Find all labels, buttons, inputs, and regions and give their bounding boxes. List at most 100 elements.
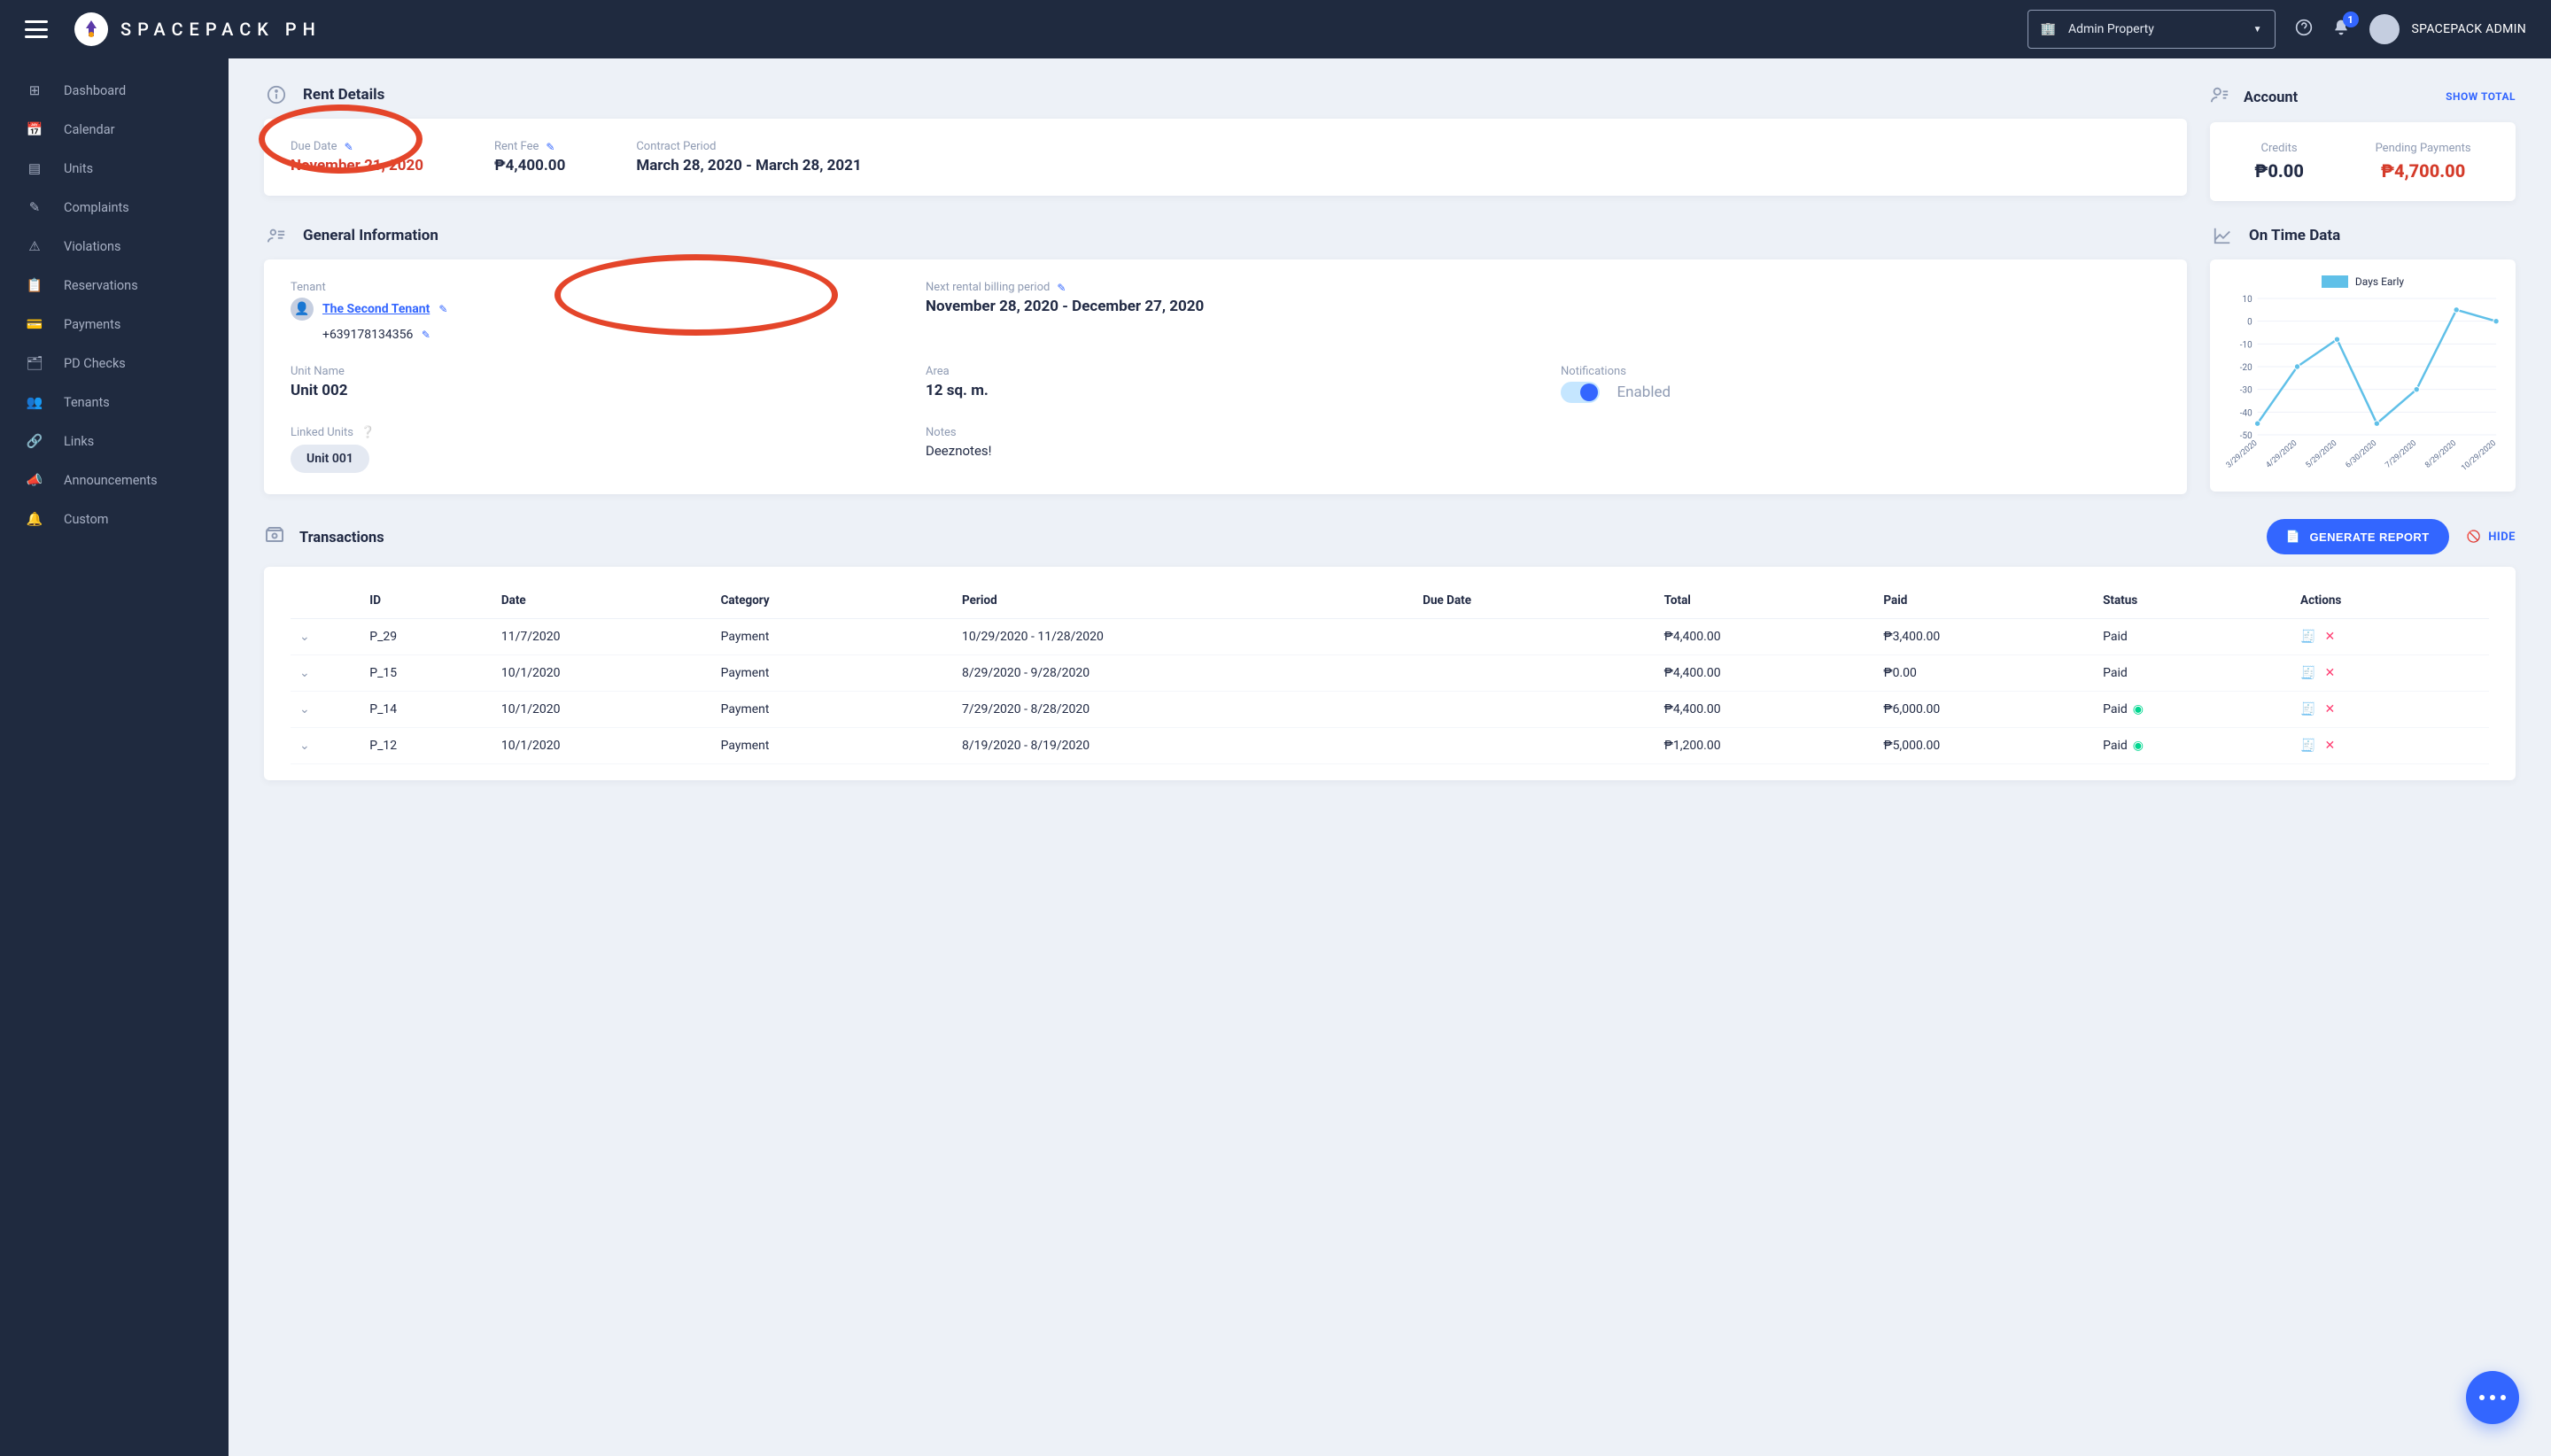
- expand-row-icon[interactable]: ⌄: [291, 619, 361, 655]
- sidebar-icon: 💳: [27, 316, 43, 332]
- sidebar-item-label: Reservations: [64, 278, 138, 293]
- notifications-icon[interactable]: 1: [2332, 19, 2350, 40]
- tenant-phone: +639178134356: [322, 328, 413, 342]
- delete-icon[interactable]: ✕: [2324, 666, 2335, 680]
- delete-icon[interactable]: ✕: [2324, 702, 2335, 716]
- cell-total: ₱4,400.00: [1655, 655, 1875, 692]
- notifications-label: Notifications: [1561, 365, 1626, 378]
- sidebar-item-label: Custom: [64, 512, 109, 527]
- sidebar-icon: 🔗: [27, 433, 43, 449]
- expand-row-icon[interactable]: ⌄: [291, 728, 361, 764]
- edit-phone-icon[interactable]: ✎: [422, 329, 430, 341]
- sidebar-item-label: PD Checks: [64, 356, 126, 371]
- sidebar-item-links[interactable]: 🔗 Links: [0, 422, 229, 461]
- delete-icon[interactable]: ✕: [2324, 630, 2335, 644]
- cell-period: 8/29/2020 - 9/28/2020: [953, 655, 1414, 692]
- topbar: SPACEPACK PH 🏢 Admin Property ▼ 1 SPACEP…: [0, 0, 2551, 58]
- cell-paid: ₱5,000.00: [1874, 728, 2094, 764]
- generate-report-label: GENERATE REPORT: [2310, 531, 2430, 544]
- account-icon: [2210, 85, 2229, 108]
- tenant-label: Tenant: [291, 281, 326, 294]
- svg-text:-20: -20: [2240, 363, 2252, 373]
- edit-tenant-icon[interactable]: ✎: [438, 303, 447, 315]
- property-select[interactable]: 🏢 Admin Property ▼: [2028, 10, 2276, 49]
- main-content: Rent Details Due Date ✎ November 21, 202…: [229, 58, 2551, 1456]
- th-category: Category: [712, 583, 953, 619]
- cell-due: [1414, 655, 1655, 692]
- ontime-chart-card: Days Early -50-40-30-20-100103/29/20204/…: [2210, 259, 2516, 492]
- svg-text:0: 0: [2247, 318, 2252, 328]
- receipt-icon[interactable]: 🧾: [2300, 739, 2315, 753]
- generate-report-button[interactable]: 📄 GENERATE REPORT: [2267, 519, 2449, 554]
- legend-label: Days Early: [2355, 275, 2404, 288]
- tenant-link[interactable]: The Second Tenant: [322, 302, 430, 316]
- expand-row-icon[interactable]: ⌄: [291, 655, 361, 692]
- brand-logo-icon: [74, 12, 108, 46]
- sidebar-icon: 📋: [27, 277, 43, 293]
- sidebar-item-violations[interactable]: ⚠Violations: [0, 227, 229, 266]
- linked-help-icon[interactable]: ❔: [361, 426, 375, 439]
- ontime-line-chart: -50-40-30-20-100103/29/20204/29/20205/29…: [2222, 293, 2503, 479]
- receipt-icon[interactable]: 🧾: [2300, 702, 2315, 716]
- sidebar-item-complaints[interactable]: ✎Complaints: [0, 188, 229, 227]
- due-date-label: Due Date: [291, 140, 337, 153]
- notes-label: Notes: [926, 426, 957, 439]
- cell-id: P_15: [361, 655, 492, 692]
- cell-due: [1414, 728, 1655, 764]
- general-section-title: General Information: [303, 227, 438, 244]
- chart-legend: Days Early: [2222, 275, 2503, 288]
- edit-next-period-icon[interactable]: ✎: [1057, 282, 1066, 294]
- cell-period: 8/19/2020 - 8/19/2020: [953, 728, 1414, 764]
- sidebar-item-dashboard[interactable]: ⊞Dashboard: [0, 71, 229, 110]
- sidebar-item-custom[interactable]: 🔔Custom: [0, 500, 229, 538]
- edit-rent-fee-icon[interactable]: ✎: [546, 141, 554, 153]
- svg-text:-50: -50: [2240, 431, 2252, 441]
- receipt-icon[interactable]: 🧾: [2300, 666, 2315, 680]
- sidebar-item-payments[interactable]: 💳Payments: [0, 305, 229, 344]
- due-date-value: November 21, 2020: [291, 157, 423, 174]
- cell-status: Paid: [2094, 655, 2291, 692]
- edit-due-date-icon[interactable]: ✎: [345, 141, 353, 153]
- brand: SPACEPACK PH: [74, 12, 322, 46]
- linked-unit-chip[interactable]: Unit 001: [291, 445, 369, 473]
- ontime-section-title: On Time Data: [2249, 227, 2340, 244]
- sidebar-item-tenants[interactable]: 👥Tenants: [0, 383, 229, 422]
- expand-row-icon[interactable]: ⌄: [291, 692, 361, 728]
- brand-name: SPACEPACK PH: [120, 19, 322, 40]
- cell-paid: ₱0.00: [1874, 655, 2094, 692]
- sidebar-icon: ⚠: [27, 238, 43, 254]
- report-icon: 📄: [2286, 530, 2301, 544]
- transactions-section-title: Transactions: [299, 529, 384, 546]
- receipt-icon[interactable]: 🧾: [2300, 630, 2315, 644]
- sidebar-item-announcements[interactable]: 📣Announcements: [0, 461, 229, 500]
- svg-text:5/29/2020: 5/29/2020: [2305, 439, 2339, 470]
- table-row: ⌄P_1210/1/2020Payment8/19/2020 - 8/19/20…: [291, 728, 2489, 764]
- sidebar: ⊞Dashboard📅Calendar▤Units✎Complaints⚠Vio…: [0, 58, 229, 1456]
- th-due: Due Date: [1414, 583, 1655, 619]
- cell-status: Paid◉: [2094, 728, 2291, 764]
- help-icon[interactable]: [2295, 19, 2313, 40]
- svg-text:7/29/2020: 7/29/2020: [2384, 439, 2418, 470]
- rent-fee-label: Rent Fee: [494, 140, 539, 153]
- notifications-toggle[interactable]: [1561, 382, 1600, 403]
- sidebar-item-reservations[interactable]: 📋 Reservations: [0, 266, 229, 305]
- svg-text:4/29/2020: 4/29/2020: [2265, 439, 2299, 470]
- cell-category: Payment: [712, 692, 953, 728]
- user-menu[interactable]: SPACEPACK ADMIN: [2369, 14, 2526, 44]
- notifications-status: Enabled: [1617, 383, 1671, 401]
- rent-section-header: Rent Details: [264, 85, 2187, 105]
- delete-icon[interactable]: ✕: [2324, 739, 2335, 753]
- sidebar-item-label: Links: [64, 434, 94, 449]
- fab-more-button[interactable]: [2466, 1371, 2519, 1424]
- sidebar-item-label: Tenants: [64, 395, 110, 410]
- sidebar-item-calendar[interactable]: 📅Calendar: [0, 110, 229, 149]
- sidebar-item-pd-checks[interactable]: 🗂PD Checks: [0, 344, 229, 383]
- sidebar-icon: 📅: [27, 121, 43, 137]
- cell-date: 10/1/2020: [492, 692, 712, 728]
- menu-toggle-button[interactable]: [25, 20, 48, 38]
- cell-date: 10/1/2020: [492, 655, 712, 692]
- show-total-link[interactable]: SHOW TOTAL: [2446, 90, 2516, 103]
- hide-transactions-link[interactable]: 🚫 HIDE: [2467, 531, 2516, 544]
- sidebar-item-units[interactable]: ▤Units: [0, 149, 229, 188]
- info-icon: [264, 85, 289, 105]
